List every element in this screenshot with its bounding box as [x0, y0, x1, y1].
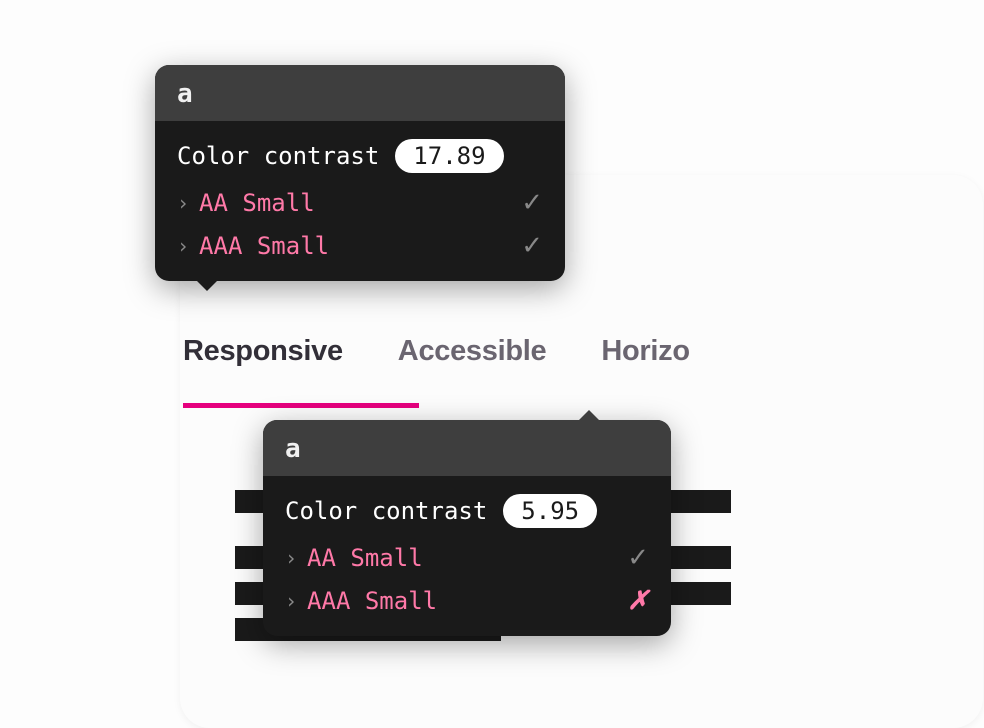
- contrast-check-label: › AA Small: [177, 189, 315, 217]
- chevron-right-icon: ›: [285, 546, 297, 570]
- check-text: AAA Small: [307, 587, 437, 615]
- contrast-value-badge: 5.95: [503, 494, 597, 528]
- tab-responsive[interactable]: Responsive: [183, 335, 343, 396]
- contrast-tooltip: a Color contrast 17.89 › AA Small ✓ › AA…: [155, 65, 565, 281]
- check-text: AAA Small: [199, 232, 329, 260]
- checkmark-icon: ✓: [627, 542, 649, 573]
- contrast-check-row: › AA Small ✓: [177, 187, 543, 218]
- contrast-check-row: › AA Small ✓: [285, 542, 649, 573]
- contrast-tooltip: a Color contrast 5.95 › AA Small ✓ › AAA…: [263, 420, 671, 636]
- tooltip-arrow-icon: [195, 279, 219, 291]
- tab-horizontal[interactable]: Horizo: [601, 335, 689, 396]
- contrast-check-row: › AAA Small ✗: [285, 585, 649, 616]
- chevron-right-icon: ›: [177, 191, 189, 215]
- chevron-right-icon: ›: [285, 589, 297, 613]
- check-text: AA Small: [307, 544, 423, 572]
- contrast-check-label: › AA Small: [285, 544, 423, 572]
- tab-accessible[interactable]: Accessible: [398, 335, 547, 396]
- sample-text-icon: a: [285, 434, 301, 464]
- contrast-check-label: › AAA Small: [285, 587, 437, 615]
- tabs-row: Responsive Accessible Horizo: [183, 335, 690, 396]
- tab-active-underline: [183, 403, 419, 408]
- chevron-right-icon: ›: [177, 234, 189, 258]
- tooltip-sample-header: a: [155, 65, 565, 121]
- checkmark-icon: ✓: [521, 187, 543, 218]
- checkmark-icon: ✓: [521, 230, 543, 261]
- check-text: AA Small: [199, 189, 315, 217]
- contrast-label: Color contrast: [285, 497, 487, 525]
- tooltip-body: Color contrast 17.89 › AA Small ✓ › AAA …: [155, 121, 565, 281]
- tooltip-body: Color contrast 5.95 › AA Small ✓ › AAA S…: [263, 476, 671, 636]
- contrast-value-badge: 17.89: [395, 139, 503, 173]
- contrast-ratio-row: Color contrast 17.89: [177, 139, 543, 173]
- contrast-check-label: › AAA Small: [177, 232, 329, 260]
- tooltip-sample-header: a: [263, 420, 671, 476]
- cross-icon: ✗: [627, 585, 649, 616]
- contrast-check-row: › AAA Small ✓: [177, 230, 543, 261]
- sample-text-icon: a: [177, 79, 193, 109]
- tooltip-arrow-icon: [577, 410, 601, 422]
- contrast-ratio-row: Color contrast 5.95: [285, 494, 649, 528]
- contrast-label: Color contrast: [177, 142, 379, 170]
